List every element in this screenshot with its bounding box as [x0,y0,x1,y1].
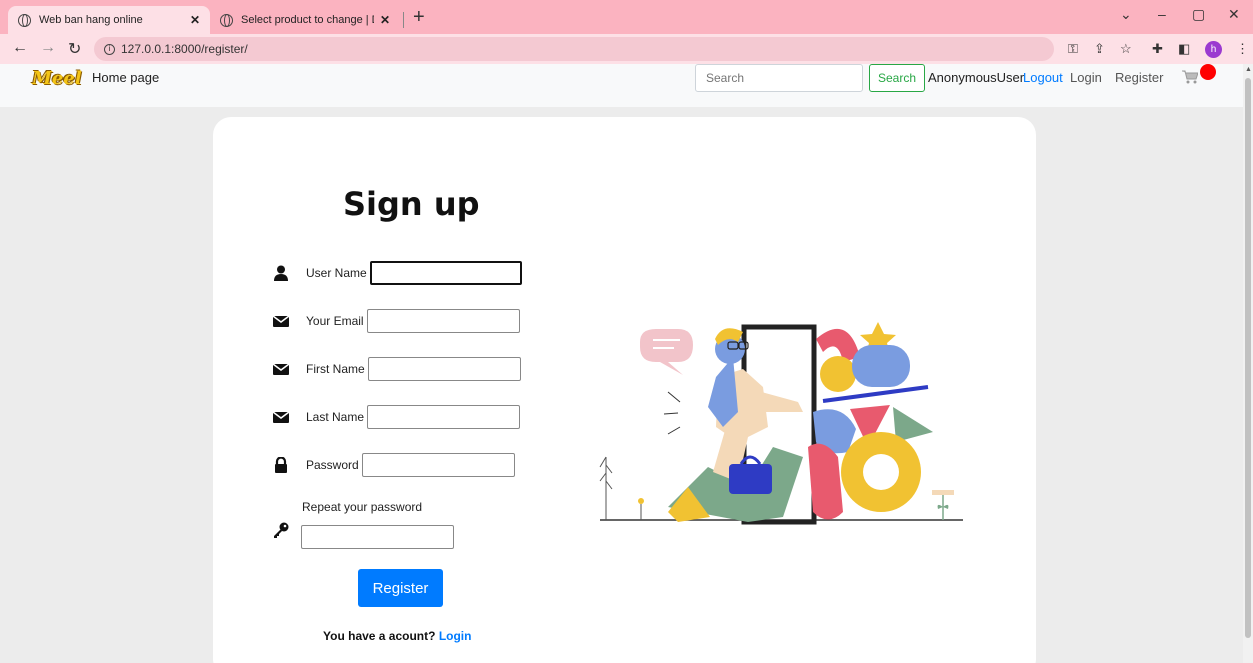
password-row: Password [273,453,515,477]
scrollbar-thumb[interactable] [1245,78,1251,638]
scroll-up-icon[interactable]: ▲ [1245,66,1252,73]
email-field[interactable] [366,309,520,333]
envelope-icon [273,363,289,375]
globe-icon [18,13,31,27]
envelope-icon [273,315,289,327]
username-field[interactable] [369,261,522,285]
key-icon[interactable]: ⚿ [1068,41,1078,57]
address-bar-row: ← → ↻ i 127.0.0.1:8000/register/ ⚿ ⇪ ☆ ✚… [0,34,1253,64]
first-name-field[interactable] [367,357,521,381]
signup-illustration [599,322,963,525]
username-text: AnonymousUser [928,70,1025,85]
share-icon[interactable]: ⇪ [1094,41,1105,57]
tab-title: Select product to change | Djang [241,14,374,26]
close-window-button[interactable]: ✕ [1228,6,1240,23]
password-label: Password [306,458,359,472]
cart-badge [1200,64,1216,80]
forward-icon[interactable]: → [40,39,56,57]
tab-search-icon[interactable]: ⌄ [1120,6,1132,23]
page-viewport: Meel Home page Search AnonymousUser Logo… [0,64,1243,663]
last-name-row: Last Name [273,405,521,429]
extensions-icon[interactable]: ✚ [1152,41,1163,57]
close-tab-icon[interactable]: ✕ [380,13,390,27]
email-row: Your Email [273,309,520,333]
last-name-label: Last Name [306,410,365,424]
envelope-icon [273,411,289,423]
new-tab-button[interactable]: + [413,6,425,29]
key-icon [274,522,289,538]
login-link[interactable]: Login [1070,70,1102,85]
back-icon[interactable]: ← [12,39,28,57]
tab-title: Web ban hang online [39,14,143,26]
search-button[interactable]: Search [869,64,925,92]
minimize-button[interactable]: – [1158,6,1166,22]
menu-kebab-icon[interactable]: ⋮ [1236,41,1249,57]
email-label: Your Email [306,314,364,328]
bookmark-star-icon[interactable]: ☆ [1120,41,1132,57]
first-name-label: First Name [306,362,365,376]
password-field[interactable] [361,453,515,477]
username-label: User Name [306,266,367,280]
page-title: Sign up [343,185,480,223]
repeat-password-label: Repeat your password [302,500,423,514]
info-icon[interactable]: i [104,43,115,55]
last-name-field[interactable] [367,405,521,429]
restore-button[interactable]: ▢ [1192,6,1205,23]
have-account-text: You have a acount? Login [323,629,471,643]
browser-tab-bar: Web ban hang online ✕ Select product to … [0,0,1253,34]
register-button[interactable]: Register [358,569,443,607]
repeat-password-field[interactable] [301,525,454,549]
lock-icon [275,457,287,473]
close-tab-icon[interactable]: ✕ [190,13,200,27]
tab-active[interactable]: Web ban hang online ✕ [8,6,210,34]
url-text: 127.0.0.1:8000/register/ [121,42,248,56]
url-field[interactable]: i 127.0.0.1:8000/register/ [94,37,1054,61]
tab-separator [403,12,404,28]
login-link-bottom[interactable]: Login [439,629,472,643]
reload-icon[interactable]: ↻ [68,39,81,59]
have-account-label: You have a acount? [323,629,436,643]
globe-icon [220,13,233,27]
register-link[interactable]: Register [1115,70,1163,85]
logout-link[interactable]: Logout [1023,70,1063,85]
username-row: User Name [273,261,522,285]
side-panel-icon[interactable]: ◧ [1178,41,1190,57]
search-input[interactable] [695,64,863,92]
user-icon [274,265,288,281]
page-scrollbar[interactable]: ▲ [1243,64,1253,663]
profile-avatar[interactable]: h [1205,41,1222,58]
site-logo[interactable]: Meel [32,68,82,89]
home-page-link[interactable]: Home page [92,70,159,85]
tab-inactive[interactable]: Select product to change | Djang ✕ [212,6,398,34]
cart-icon[interactable] [1182,70,1198,84]
site-navbar: Meel Home page Search AnonymousUser Logo… [0,64,1243,107]
signup-card: Sign up User Name Your Email First Name [213,117,1036,663]
first-name-row: First Name [273,357,521,381]
